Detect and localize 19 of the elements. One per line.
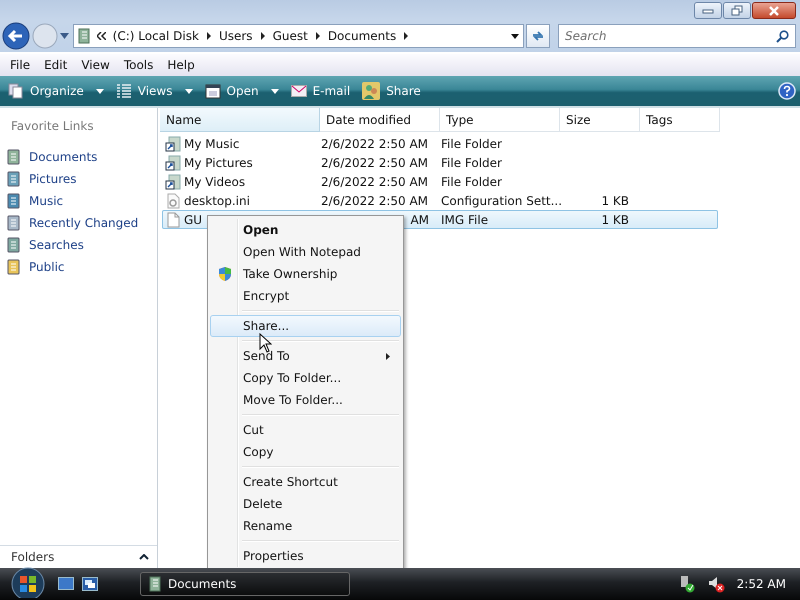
file-name: My Music [184,136,240,150]
date-cell: 2/6/2022 2:50 AM [321,156,428,170]
file-name: My Pictures [184,156,253,170]
date-cell: AM [410,212,429,226]
date-cell: 2/6/2022 2:50 AM [321,136,428,150]
type-cell: IMG File [441,212,488,226]
date-cell: 2/6/2022 2:50 AM [321,174,428,188]
type-cell: Configuration Sett... [441,194,562,208]
file-name: desktop.ini [184,194,250,208]
file-name: GU [184,212,202,226]
type-cell: File Folder [441,156,502,170]
size-cell: 1 KB [601,212,629,226]
clock: 2:52 AM [736,577,786,591]
size-cell: 1 KB [601,194,629,208]
pane-heading: Favorite Links [10,118,95,135]
file-name: My Videos [184,174,246,188]
date-cell: 2/6/2022 2:50 AM [321,194,428,208]
type-cell: File Folder [441,174,502,188]
type-cell: File Folder [441,136,502,150]
